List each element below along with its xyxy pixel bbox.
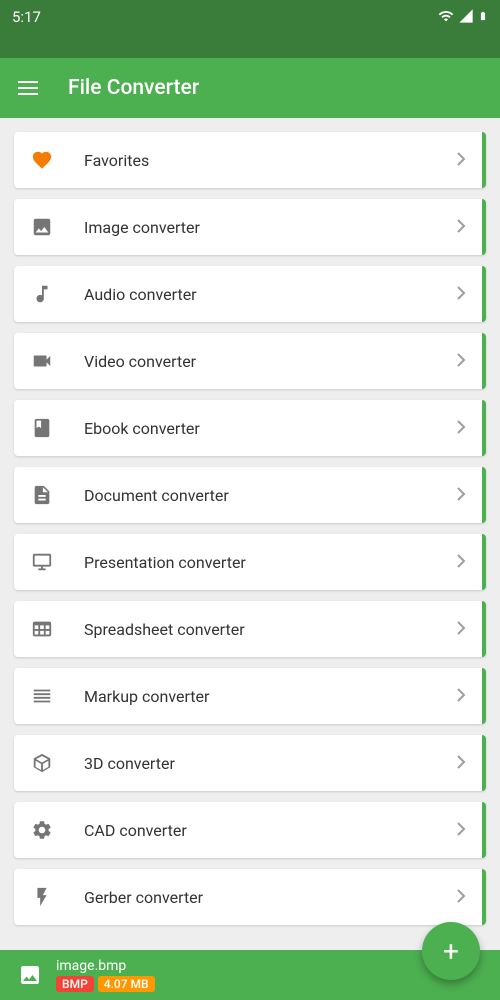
category-label: Spreadsheet converter [84, 620, 426, 639]
app-title: File Converter [68, 76, 199, 100]
category-label: Video converter [84, 352, 426, 371]
file-thumbnail-icon [16, 961, 44, 989]
category-label: Document converter [84, 486, 426, 505]
book-icon [30, 416, 54, 440]
image-icon [30, 215, 54, 239]
category-cad[interactable]: CAD converter [14, 802, 486, 858]
category-label: Audio converter [84, 285, 426, 304]
video-icon [30, 349, 54, 373]
category-presentation[interactable]: Presentation converter [14, 534, 486, 590]
chevron-right-icon [456, 352, 466, 371]
lines-icon [30, 684, 54, 708]
chevron-right-icon [456, 888, 466, 907]
status-icons [438, 8, 488, 28]
category-ebook[interactable]: Ebook converter [14, 400, 486, 456]
chevron-right-icon [456, 553, 466, 572]
3d-icon [30, 751, 54, 775]
category-label: Image converter [84, 218, 426, 237]
status-time: 5:17 [12, 8, 41, 26]
category-list: Favorites Image converter Audio converte… [0, 118, 500, 950]
file-info: image.bmp BMP 4.07 MB [56, 958, 155, 992]
document-icon [30, 483, 54, 507]
category-label: Markup converter [84, 687, 426, 706]
category-markup[interactable]: Markup converter [14, 668, 486, 724]
category-label: Presentation converter [84, 553, 426, 572]
signal-icon [458, 8, 474, 28]
file-format-badge: BMP [56, 976, 94, 992]
file-name: image.bmp [56, 958, 155, 974]
grid-icon [30, 617, 54, 641]
category-image[interactable]: Image converter [14, 199, 486, 255]
file-badges: BMP 4.07 MB [56, 976, 155, 992]
chevron-right-icon [456, 285, 466, 304]
chevron-right-icon [456, 218, 466, 237]
wifi-icon [438, 8, 454, 28]
chevron-right-icon [456, 620, 466, 639]
cad-icon [30, 818, 54, 842]
status-bar: 5:17 [0, 0, 500, 58]
category-favorites[interactable]: Favorites [14, 132, 486, 188]
category-gerber[interactable]: Gerber converter [14, 869, 486, 925]
category-3d[interactable]: 3D converter [14, 735, 486, 791]
chevron-right-icon [456, 151, 466, 170]
category-label: Gerber converter [84, 888, 426, 907]
app-bar: File Converter [0, 58, 500, 118]
bolt-icon [30, 885, 54, 909]
category-label: Favorites [84, 151, 426, 170]
chevron-right-icon [456, 419, 466, 438]
category-spreadsheet[interactable]: Spreadsheet converter [14, 601, 486, 657]
menu-button[interactable] [18, 81, 38, 95]
file-size-badge: 4.07 MB [98, 976, 155, 992]
category-document[interactable]: Document converter [14, 467, 486, 523]
add-button[interactable]: + [422, 922, 480, 980]
heart-icon [30, 148, 54, 172]
chevron-right-icon [456, 754, 466, 773]
chevron-right-icon [456, 821, 466, 840]
plus-icon: + [443, 935, 459, 968]
battery-icon [478, 8, 488, 28]
chevron-right-icon [456, 687, 466, 706]
monitor-icon [30, 550, 54, 574]
category-label: Ebook converter [84, 419, 426, 438]
category-video[interactable]: Video converter [14, 333, 486, 389]
chevron-right-icon [456, 486, 466, 505]
category-audio[interactable]: Audio converter [14, 266, 486, 322]
category-label: CAD converter [84, 821, 426, 840]
music-note-icon [30, 282, 54, 306]
category-label: 3D converter [84, 754, 426, 773]
